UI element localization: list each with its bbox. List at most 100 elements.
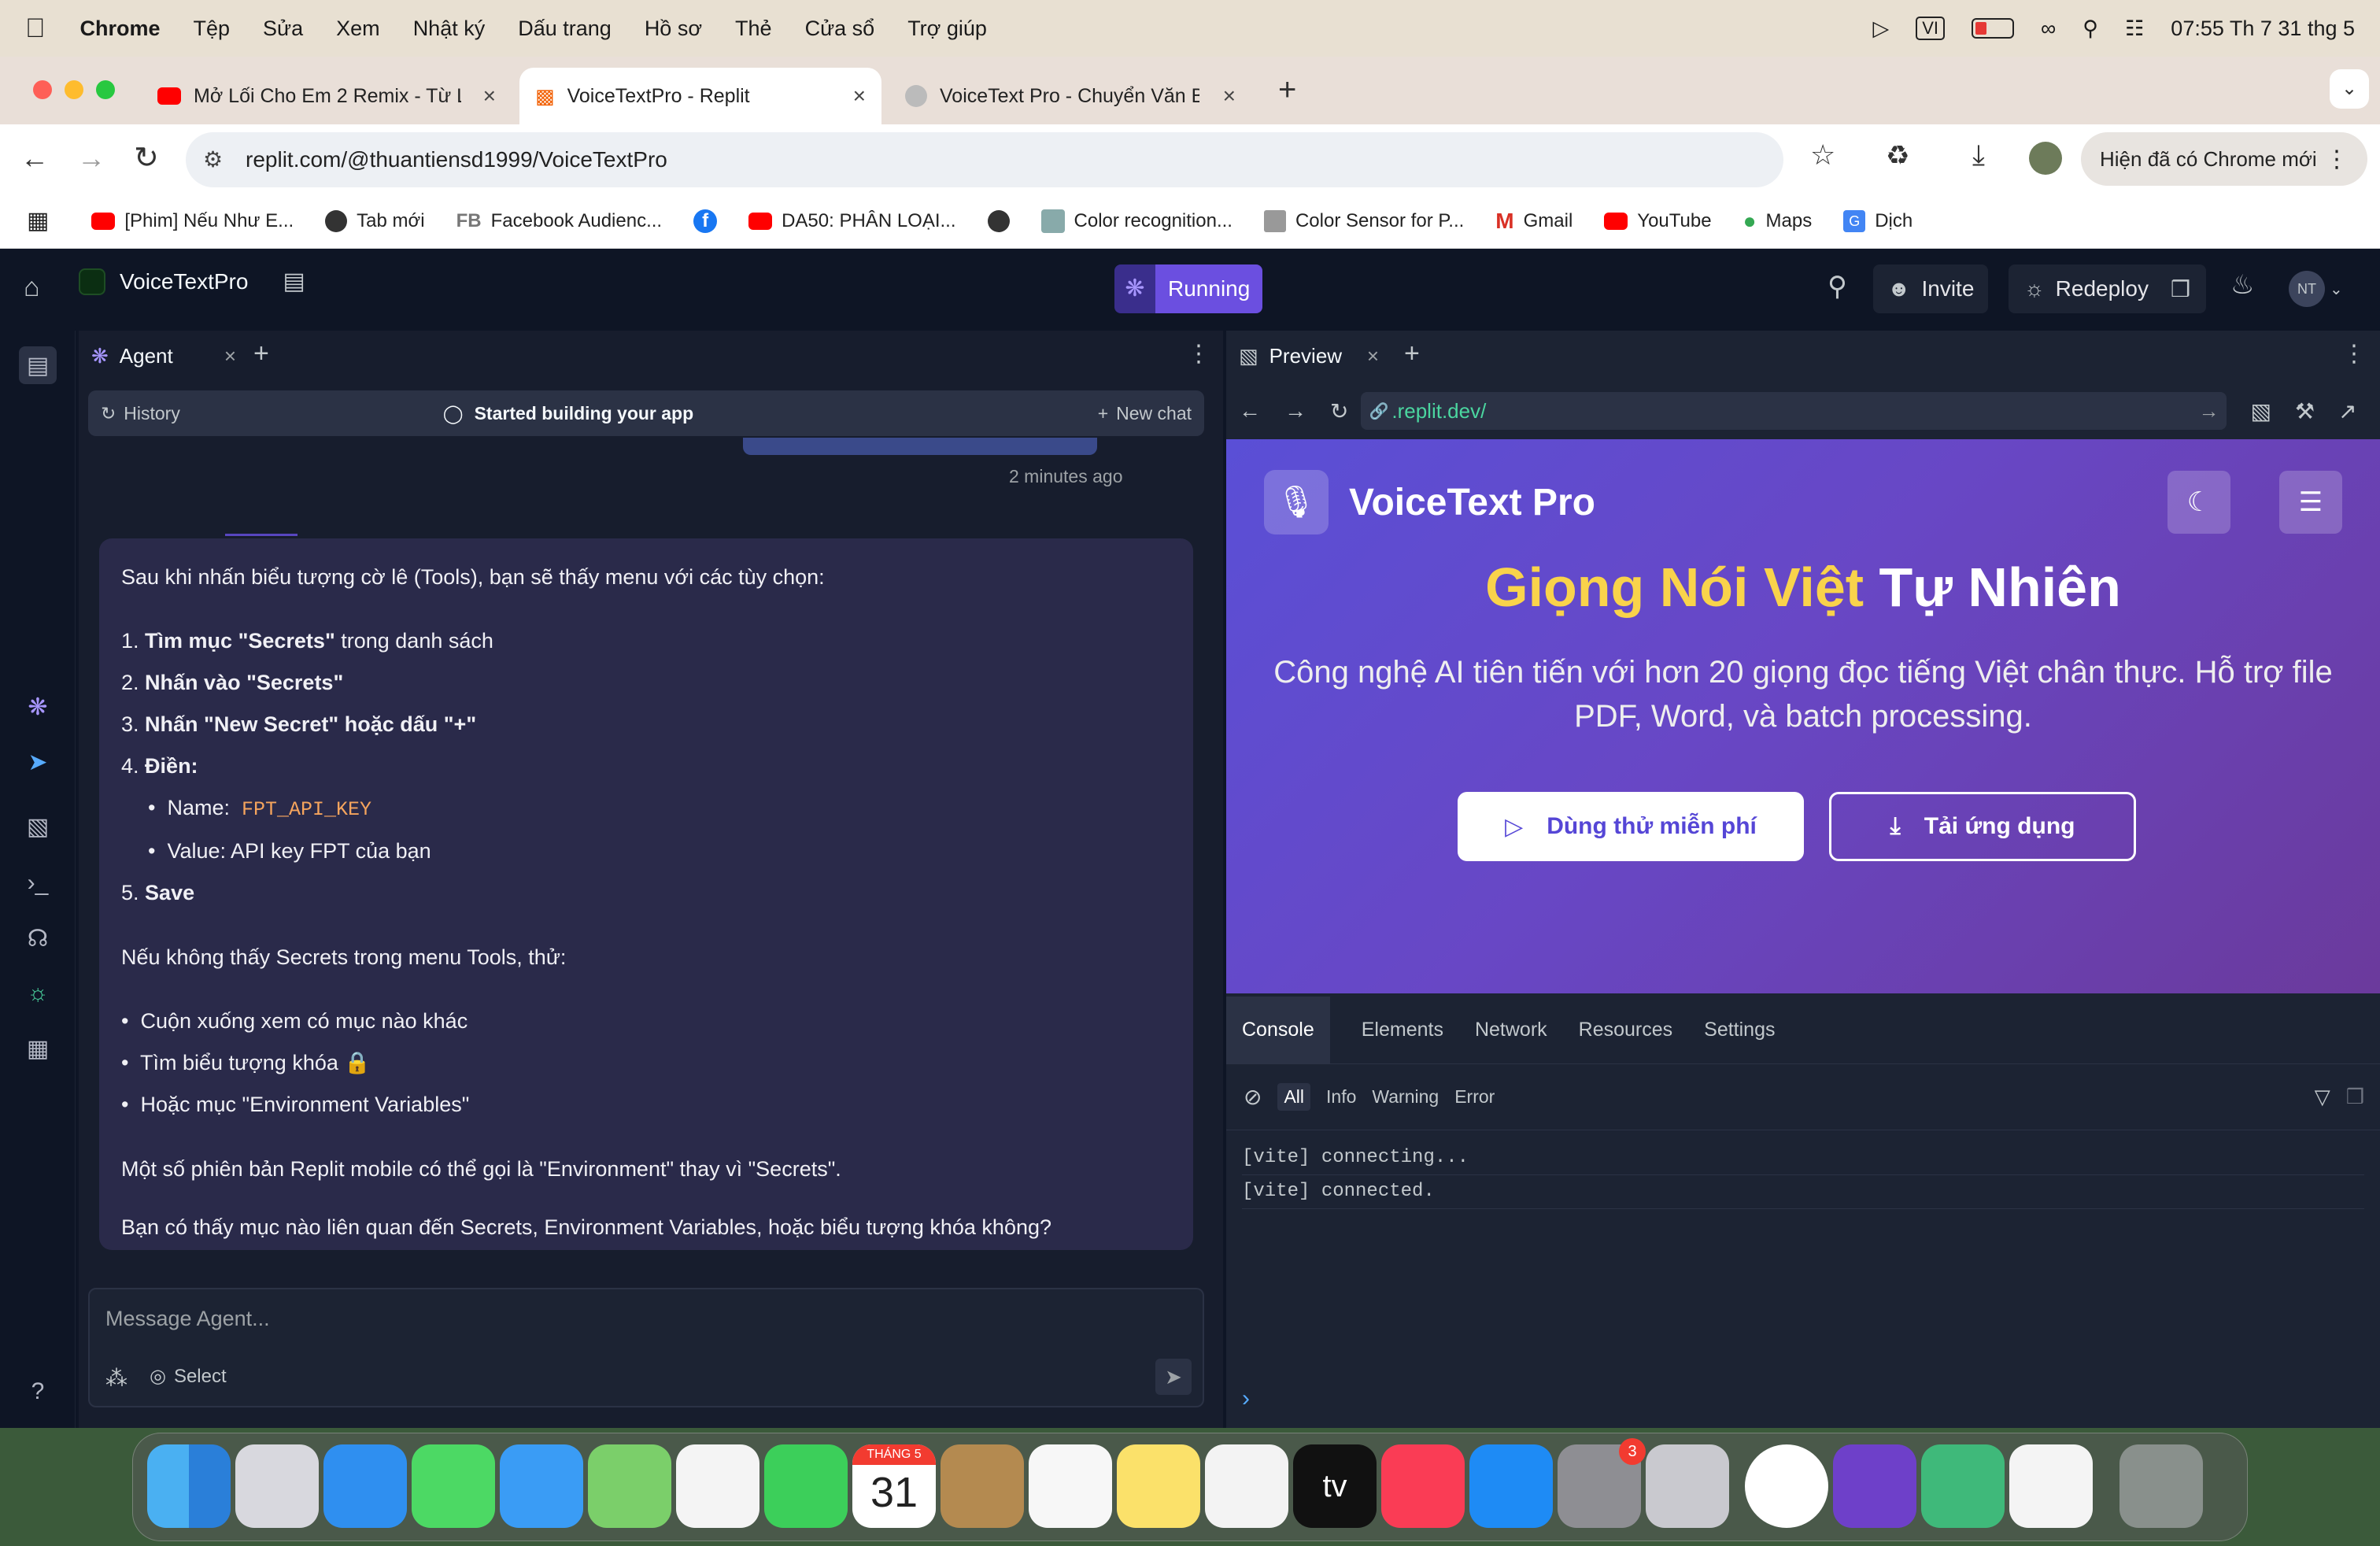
select-element-button[interactable]: ◎ Select (150, 1365, 227, 1388)
pane-menu-icon[interactable]: ⋮ (2342, 340, 2366, 368)
download-app-button[interactable]: ⤓ Tải ứng dụng (1829, 792, 2136, 861)
address-bar[interactable]: ⚙ replit.com/@thuantiensd1999/VoiceTextP… (186, 132, 1783, 187)
battery-icon[interactable] (1972, 18, 2015, 39)
tab-close-icon[interactable]: × (483, 83, 496, 109)
input-method-indicator[interactable]: VI (1916, 17, 1946, 40)
tab-elements[interactable]: Elements (1362, 1019, 1443, 1041)
contacts-icon[interactable] (941, 1444, 1024, 1528)
close-icon[interactable]: × (224, 344, 236, 368)
bookmark-item[interactable]: DA50: PHÂN LOẠI... (748, 210, 956, 232)
window-minimize-button[interactable] (65, 80, 83, 99)
system-settings-icon[interactable]: 3 (1558, 1438, 1646, 1528)
bookmark-item[interactable] (987, 209, 1010, 232)
menu-file[interactable]: Tệp (194, 17, 231, 41)
attach-paperclip-icon[interactable]: ⁂ (105, 1365, 128, 1391)
bookmark-star-icon[interactable]: ☆ (1810, 139, 1835, 172)
devtools-wrench-icon[interactable]: ⚒ (2295, 398, 2315, 424)
messages-icon[interactable] (412, 1444, 495, 1528)
add-tab-button[interactable]: + (253, 338, 269, 369)
browser-tab-active[interactable]: ▩ VoiceTextPro - Replit × (519, 68, 881, 124)
menu-help[interactable]: Trợ giúp (907, 17, 987, 41)
window-close-button[interactable] (33, 80, 52, 99)
bookmark-item[interactable]: YouTube (1604, 210, 1712, 232)
cursor-icon[interactable] (1921, 1444, 2005, 1528)
user-menu[interactable]: NT ⌄ (2289, 271, 2343, 307)
back-icon[interactable]: ← (20, 142, 49, 175)
history-button[interactable]: ↻ History (101, 403, 180, 424)
photos-icon[interactable] (676, 1444, 759, 1528)
vscode-icon[interactable] (2009, 1444, 2093, 1528)
back-icon[interactable]: ← (1239, 398, 1261, 423)
theme-toggle-moon-icon[interactable]: ☾ (2168, 471, 2230, 534)
bookmark-item[interactable]: [Phim] Nếu Như E... (91, 210, 294, 232)
menu-view[interactable]: Xem (336, 17, 380, 41)
filter-funnel-icon[interactable]: ▽ (2315, 1085, 2330, 1109)
browser-tab[interactable]: VoiceText Pro - Chuyển Văn B × (889, 68, 1251, 124)
preview-tool-icon[interactable]: ▧ (19, 808, 57, 845)
downloads-icon[interactable]: ⤓ (1972, 139, 1985, 172)
bookmark-item[interactable]: FB Facebook Audienc... (456, 210, 662, 232)
device-icon[interactable]: ▧ (2250, 398, 2271, 424)
chrome-update-button[interactable]: Hiện đã có Chrome mới ⋮ (2081, 132, 2367, 186)
menubar-clock[interactable]: 07:55 Th 7 31 thg 5 (2171, 17, 2355, 41)
menu-history[interactable]: Nhật ký (413, 17, 486, 41)
notes-icon[interactable] (1117, 1444, 1200, 1528)
reload-icon[interactable]: ↻ (134, 140, 159, 176)
menu-app-name[interactable]: Chrome (80, 17, 161, 41)
safari-icon[interactable] (323, 1444, 407, 1528)
play-status-icon[interactable]: ▷ (1872, 17, 1889, 41)
filter-all[interactable]: All (1277, 1083, 1311, 1111)
pane-menu-icon[interactable]: ⋮ (1187, 340, 1210, 368)
app-store-icon[interactable] (1469, 1444, 1553, 1528)
bookmark-item[interactable]: Tab mới (325, 209, 425, 232)
new-tab-button[interactable]: + (1278, 72, 1296, 108)
notifications-bell-icon[interactable]: ♨ (2230, 269, 2254, 301)
launchpad-icon[interactable] (235, 1444, 319, 1528)
open-new-tab-icon[interactable]: ↗ (2338, 398, 2356, 424)
control-center-icon[interactable]: ☷ (2125, 17, 2144, 41)
site-brand[interactable]: VoiceText Pro (1349, 481, 1595, 524)
forward-icon[interactable]: → (77, 142, 105, 175)
invite-button[interactable]: ☻ Invite (1873, 264, 1989, 313)
tab-settings[interactable]: Settings (1704, 1019, 1775, 1041)
file-tree-icon[interactable]: ▤ (19, 346, 57, 384)
tab-preview[interactable]: ▧ Preview × (1234, 331, 1384, 381)
menu-edit[interactable]: Sửa (263, 17, 303, 41)
forward-icon[interactable]: → (1284, 398, 1306, 423)
apple-tv-icon[interactable]: tv (1293, 1444, 1377, 1528)
menu-tab[interactable]: Thẻ (735, 17, 772, 41)
freeform-icon[interactable] (1205, 1444, 1288, 1528)
close-icon[interactable]: × (1367, 344, 1379, 368)
all-tools-icon[interactable]: ▦ (19, 1030, 57, 1067)
site-info-icon[interactable]: ⚙ (203, 146, 223, 172)
filter-info[interactable]: Info (1326, 1086, 1356, 1108)
tab-close-icon[interactable]: × (1223, 83, 1236, 109)
assistant-tool-icon[interactable]: ➤ (19, 743, 57, 781)
profile-avatar[interactable] (2029, 142, 2062, 175)
apps-grid-icon[interactable]: ▦ (27, 207, 49, 235)
menu-bookmarks[interactable]: Dấu trang (518, 17, 612, 41)
filter-warning[interactable]: Warning (1372, 1086, 1439, 1108)
project-title[interactable]: VoiceTextPro ▤ (79, 268, 305, 295)
try-free-button[interactable]: ▷ Dùng thử miễn phí (1458, 792, 1804, 861)
bookmark-item[interactable]: Color recognition... (1040, 209, 1232, 233)
filter-error[interactable]: Error (1454, 1086, 1495, 1108)
mail-icon[interactable] (500, 1444, 583, 1528)
maps-icon[interactable] (588, 1444, 671, 1528)
redeploy-button[interactable]: ☼ Redeploy ❒ (2009, 264, 2207, 313)
window-zoom-button[interactable] (96, 80, 115, 99)
agent-tool-icon[interactable]: ❋ (19, 688, 57, 726)
clear-console-icon[interactable]: ⊘ (1244, 1084, 1262, 1110)
bookmark-item[interactable]: Color Sensor for P... (1263, 209, 1464, 232)
reminders-icon[interactable] (1029, 1444, 1112, 1528)
send-icon[interactable]: ➤ (1155, 1359, 1192, 1395)
iphone-mirroring-icon[interactable] (1646, 1444, 1729, 1528)
hamburger-menu-icon[interactable]: ☰ (2279, 471, 2342, 534)
help-icon[interactable]: ? (19, 1373, 57, 1411)
deployments-tool-icon[interactable]: ☼ (19, 975, 57, 1012)
apple-menu-icon[interactable]:  (25, 13, 46, 44)
database-tool-icon[interactable]: ☊ (19, 919, 57, 957)
search-icon[interactable]: ⚲ (1828, 271, 1847, 302)
copy-logs-icon[interactable]: ❒ (2346, 1085, 2364, 1109)
tab-console[interactable]: Console (1226, 997, 1330, 1063)
